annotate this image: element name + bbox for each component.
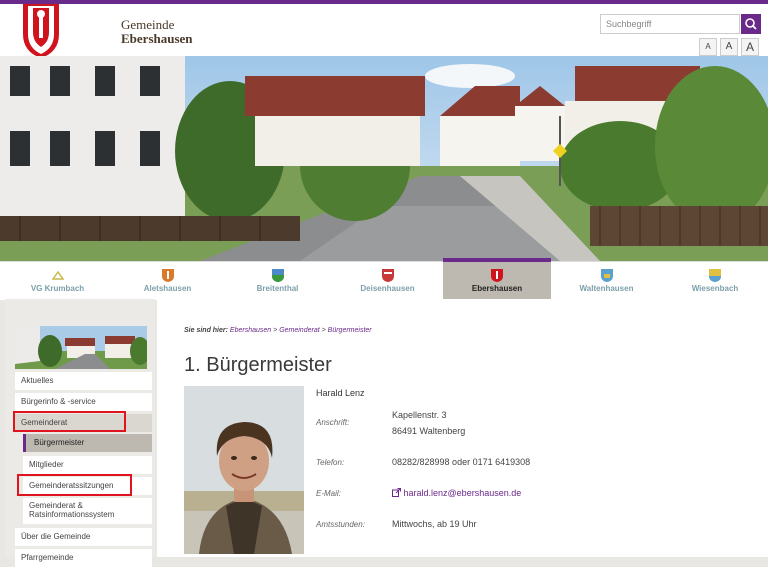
breadcrumb: Sie sind hier: Ebershausen > Gemeinderat… [184,327,372,334]
main-content: Sie sind hier: Ebershausen > Gemeinderat… [157,299,768,557]
nav-item-breitenthal[interactable]: Breitenthal [225,262,330,300]
waltenhausen-crest-icon [600,269,613,282]
address-line-1: Kapellenstr. 3 [392,410,447,420]
search-icon [745,18,757,30]
nav-item-ebershausen[interactable]: Ebershausen [443,258,551,300]
wiesenbach-crest-icon [709,269,721,282]
email-address: harald.lenz@ebershausen.de [403,488,522,498]
nav-item-label: VG Krumbach [30,284,85,293]
office-hours-value: Mittwochs, ab 19 Uhr [392,519,477,529]
header: Gemeinde Ebershausen Suchbegriff A A A [0,4,768,58]
page-title: 1. Bürgermeister [184,354,332,376]
office-hours-label: Amtsstunden: [316,520,365,529]
sidebar-item-mitglieder[interactable]: Mitglieder [23,456,152,474]
sidebar: Aktuelles Bürgerinfo & -service Gemeinde… [5,299,155,567]
nav-item-label: Ebershausen [471,284,523,293]
highlight-box-gemeinderatssitzungen [17,474,132,496]
ebershausen-crest-icon [491,269,503,282]
person-name: Harald Lenz [316,388,365,398]
nav-item-aletshausen[interactable]: Aletshausen [115,262,220,300]
sidebar-item-pfarrgemeinde[interactable]: Pfarrgemeinde [15,549,152,567]
nav-item-waltenhausen[interactable]: Waltenhausen [554,262,659,300]
breitenthal-crest-icon [271,269,284,282]
external-link-icon [392,488,401,497]
nav-item-label: Waltenhausen [579,284,634,293]
nav-item-label: Aletshausen [143,284,192,293]
font-size-medium-button[interactable]: A [720,38,738,56]
email-label: E-Mail: [316,489,341,498]
highlight-box-gemeinderat [13,411,126,432]
phone-label: Telefon: [316,458,345,467]
sidebar-item-buergermeister[interactable]: Bürgermeister [23,434,152,452]
nav-item-label: Deisenhausen [360,284,415,293]
sidebar-item-buergerinfo[interactable]: Bürgerinfo & -service [15,393,152,411]
search-input[interactable]: Suchbegriff [600,14,740,34]
nav-item-vg-krumbach[interactable]: VG Krumbach [5,262,110,300]
deisenhausen-crest-icon [381,269,394,282]
breadcrumb-current[interactable]: Bürgermeister [328,327,372,334]
address-line-2: 86491 Waltenberg [392,426,466,436]
address-label: Anschrift: [316,418,350,427]
font-size-small-button[interactable]: A [699,38,717,56]
nav-item-label: Breitenthal [256,284,299,293]
sidebar-item-ueber-die-gemeinde[interactable]: Über die Gemeinde [15,528,152,546]
sidebar-item-aktuelles[interactable]: Aktuelles [15,372,152,390]
font-size-large-button[interactable]: A [741,38,759,56]
crest-logo[interactable] [22,4,60,58]
nav-item-wiesenbach[interactable]: Wiesenbach [662,262,768,300]
hero-village-photo [0,56,768,261]
breadcrumb-separator: > [273,327,278,334]
search-button[interactable] [741,14,761,34]
breadcrumb-prefix: Sie sind hier: [184,327,228,334]
vg-krumbach-icon [51,270,64,280]
brand-name[interactable]: Gemeinde Ebershausen [121,18,193,46]
brand-line-2: Ebershausen [121,31,193,46]
sidebar-item-ratsinformationssystem[interactable]: Gemeinderat & Ratsinformationssystem [23,498,152,524]
municipality-nav: VG Krumbach Aletshausen Breitenthal Deis… [0,258,768,300]
nav-item-deisenhausen[interactable]: Deisenhausen [335,262,440,300]
breadcrumb-separator: > [321,327,326,334]
nav-item-label: Wiesenbach [691,284,739,293]
portrait-photo [184,386,304,554]
email-link[interactable]: harald.lenz@ebershausen.de [392,488,521,498]
brand-line-1: Gemeinde [121,17,175,32]
breadcrumb-link-ebershausen[interactable]: Ebershausen [230,327,271,334]
phone-value: 08282/828998 oder 0171 6419308 [392,457,531,467]
breadcrumb-link-gemeinderat[interactable]: Gemeinderat [279,327,319,334]
aletshausen-crest-icon [161,269,174,282]
sidebar-thumbnail-photo [15,326,147,369]
